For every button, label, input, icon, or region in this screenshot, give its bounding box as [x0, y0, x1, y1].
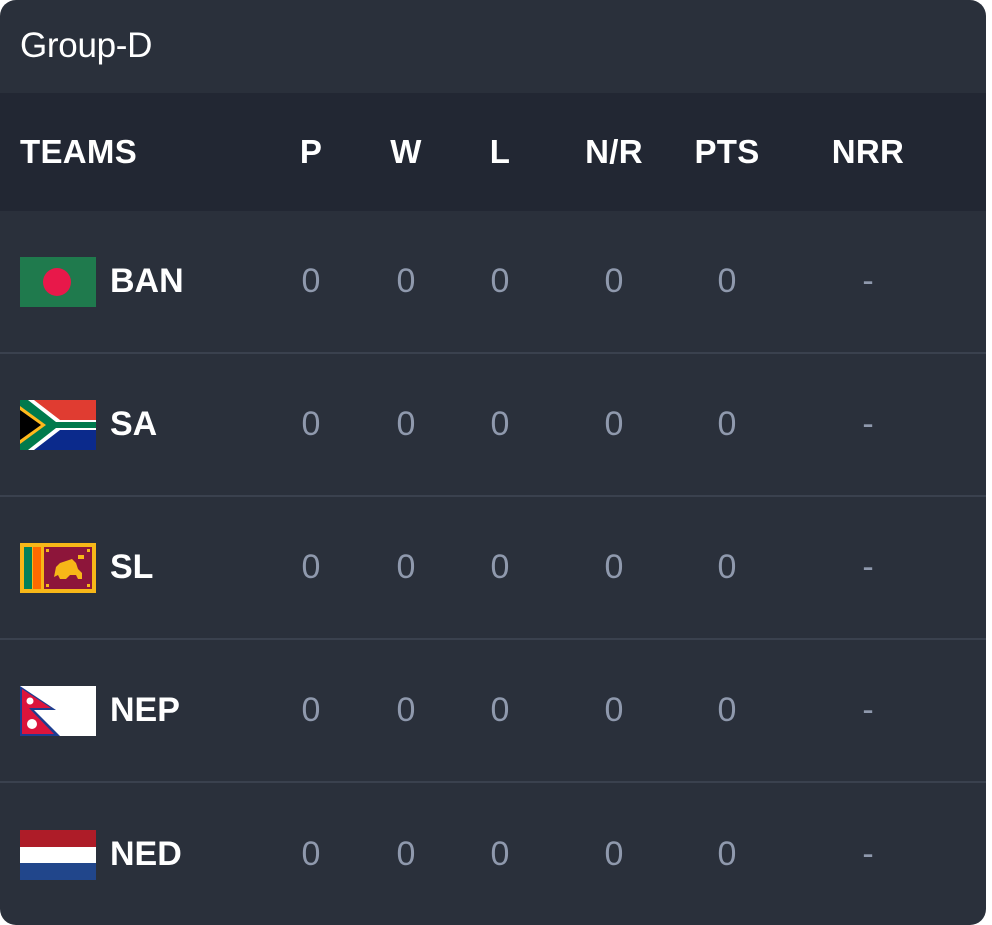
- team-cell[interactable]: SA: [20, 354, 280, 495]
- lost-value: 0: [490, 691, 510, 729]
- lost-value: 0: [490, 835, 510, 873]
- group-title: Group-D: [20, 26, 153, 65]
- team-cell[interactable]: NED: [20, 783, 280, 925]
- nrr-value: -: [862, 835, 874, 873]
- no-result-value: 0: [604, 405, 624, 443]
- lost-value: 0: [490, 548, 510, 586]
- nrr-value: -: [862, 405, 874, 443]
- played-value: 0: [301, 262, 321, 300]
- table-row-ban[interactable]: BAN 0 0 0 0 0 -: [0, 211, 986, 354]
- bangladesh-flag-icon: [20, 256, 96, 307]
- lost-value: 0: [490, 262, 510, 300]
- team-name: NEP: [110, 691, 180, 729]
- table-row-ned[interactable]: NED 0 0 0 0 0 -: [0, 783, 986, 925]
- team-cell[interactable]: SL: [20, 497, 280, 638]
- nepal-flag-icon: [20, 685, 96, 736]
- won-value: 0: [396, 262, 416, 300]
- standings-card: Group-D TEAMS P W L N/R PTS NRR BAN 0 0 …: [0, 0, 986, 925]
- nrr-value: -: [862, 691, 874, 729]
- sri-lanka-flag-icon: [20, 542, 96, 593]
- header-no-result: N/R: [585, 133, 643, 170]
- header-teams: TEAMS: [20, 133, 137, 170]
- won-value: 0: [396, 835, 416, 873]
- south-africa-flag-icon: [20, 399, 96, 450]
- team-cell[interactable]: NEP: [20, 640, 280, 781]
- won-value: 0: [396, 691, 416, 729]
- points-value: 0: [717, 835, 737, 873]
- header-points: PTS: [694, 133, 760, 170]
- header-lost: L: [489, 133, 511, 170]
- played-value: 0: [301, 548, 321, 586]
- team-name: BAN: [110, 262, 184, 300]
- table-header: TEAMS P W L N/R PTS NRR: [0, 93, 986, 211]
- team-name: NED: [110, 835, 182, 873]
- no-result-value: 0: [604, 262, 624, 300]
- nrr-value: -: [862, 262, 874, 300]
- header-played: P: [299, 133, 323, 170]
- points-value: 0: [717, 262, 737, 300]
- team-cell[interactable]: BAN: [20, 211, 280, 352]
- nrr-value: -: [862, 548, 874, 586]
- netherlands-flag-icon: [20, 829, 96, 880]
- no-result-value: 0: [604, 691, 624, 729]
- lost-value: 0: [490, 405, 510, 443]
- won-value: 0: [396, 405, 416, 443]
- table-row-sa[interactable]: SA 0 0 0 0 0 -: [0, 354, 986, 497]
- header-nrr: NRR: [831, 133, 905, 170]
- table-row-sl[interactable]: SL 0 0 0 0 0 -: [0, 497, 986, 640]
- played-value: 0: [301, 835, 321, 873]
- team-name: SA: [110, 405, 158, 443]
- no-result-value: 0: [604, 548, 624, 586]
- played-value: 0: [301, 691, 321, 729]
- played-value: 0: [301, 405, 321, 443]
- won-value: 0: [396, 548, 416, 586]
- points-value: 0: [717, 405, 737, 443]
- points-value: 0: [717, 548, 737, 586]
- points-value: 0: [717, 691, 737, 729]
- no-result-value: 0: [604, 835, 624, 873]
- header-won: W: [390, 133, 422, 170]
- team-name: SL: [110, 548, 154, 586]
- table-row-nep[interactable]: NEP 0 0 0 0 0 -: [0, 640, 986, 783]
